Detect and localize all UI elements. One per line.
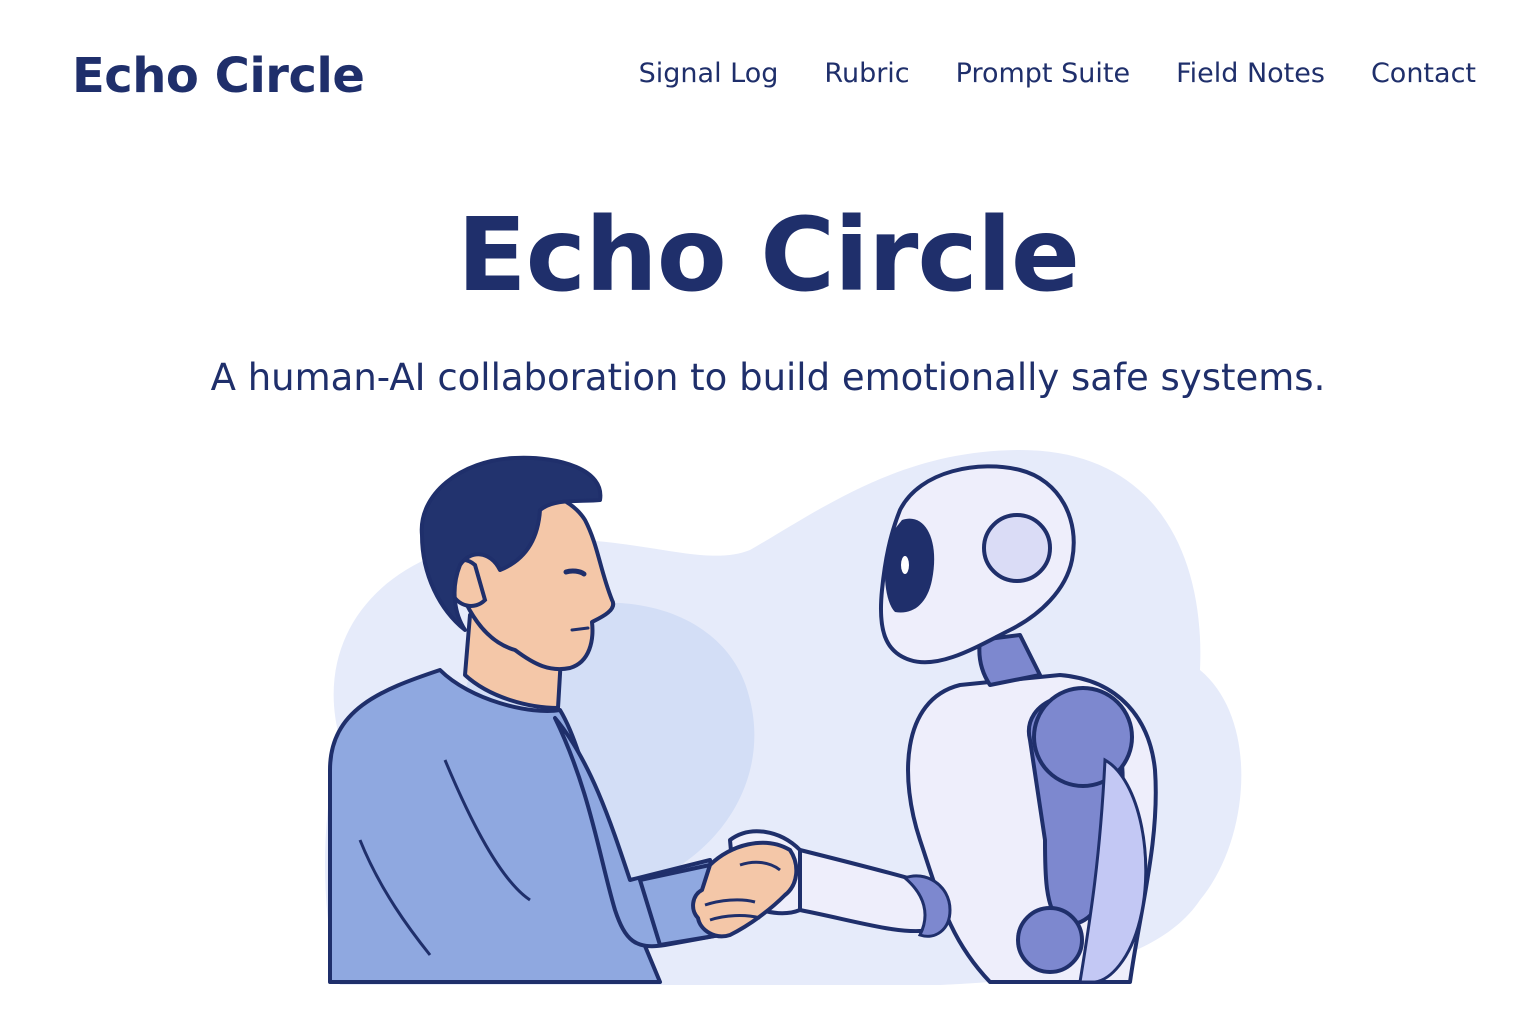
nav-link-rubric[interactable]: Rubric xyxy=(824,58,909,89)
nav-link-prompt-suite[interactable]: Prompt Suite xyxy=(956,58,1130,89)
hero-subtitle: A human-AI collaboration to build emotio… xyxy=(210,356,1326,399)
hero-illustration xyxy=(300,440,1260,1000)
human-mouth xyxy=(570,626,590,632)
hero-title: Echo Circle xyxy=(456,196,1080,315)
human-eye xyxy=(563,568,587,577)
nav-link-field-notes[interactable]: Field Notes xyxy=(1176,58,1325,89)
robot-hip-joint xyxy=(1016,906,1084,974)
top-navigation-bar: Echo Circle Signal Log Rubric Prompt Sui… xyxy=(0,0,1536,150)
main-nav: Signal Log Rubric Prompt Suite Field Not… xyxy=(639,58,1476,89)
handshake-illustration xyxy=(325,450,1242,985)
nav-link-signal-log[interactable]: Signal Log xyxy=(639,58,779,89)
robot-eye-highlight xyxy=(901,556,909,574)
nav-link-contact[interactable]: Contact xyxy=(1371,58,1476,89)
robot-ear-disc xyxy=(982,513,1052,583)
brand-logo-link[interactable]: Echo Circle xyxy=(72,48,365,104)
